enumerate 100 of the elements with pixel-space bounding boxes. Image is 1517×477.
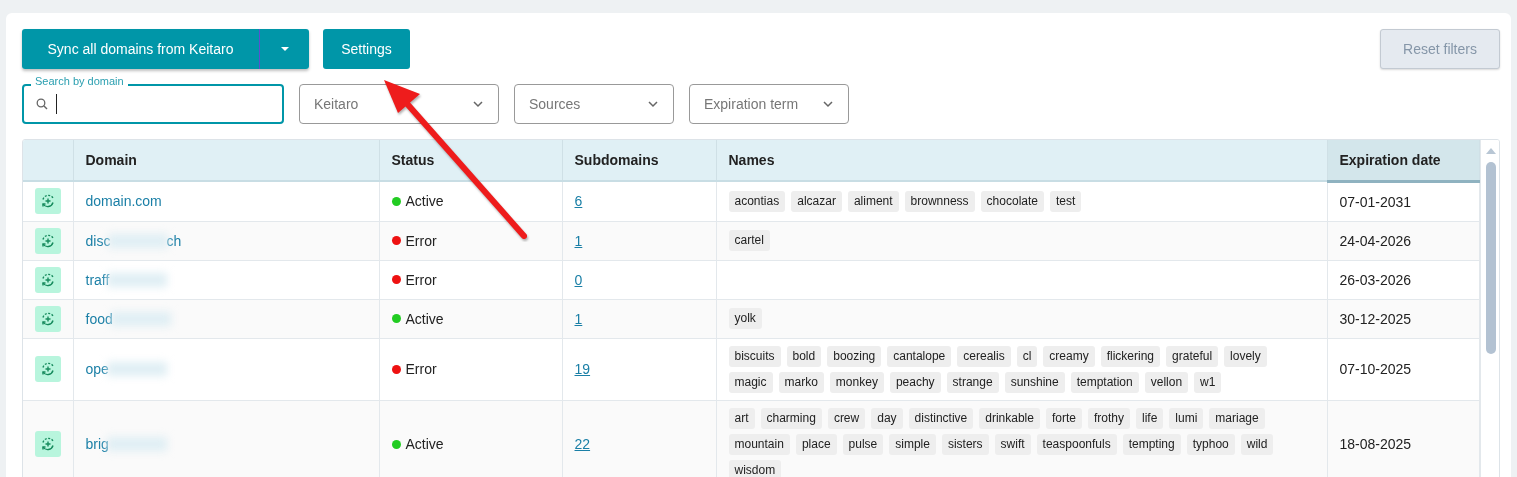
column-header[interactable]: Names xyxy=(716,140,1327,181)
name-tag: test xyxy=(1050,190,1082,212)
name-tag: lovely xyxy=(1224,345,1267,367)
select-placeholder: Expiration term xyxy=(704,96,799,112)
name-tag: life xyxy=(1136,407,1164,429)
name-tag: grateful xyxy=(1166,345,1219,367)
subdomains-link[interactable]: 22 xyxy=(574,436,591,452)
name-tag: brownness xyxy=(904,190,975,212)
name-tag: mariage xyxy=(1209,407,1265,429)
sync-icon xyxy=(40,361,56,377)
name-tag: marko xyxy=(778,371,824,393)
name-tag: cartel xyxy=(728,230,770,251)
name-tag: mountain xyxy=(728,433,790,455)
sync-button[interactable] xyxy=(35,266,61,293)
sync-icon xyxy=(40,310,56,327)
name-tag: tempting xyxy=(1122,433,1181,455)
name-tag: distinctive xyxy=(908,407,974,429)
scroll-up-icon[interactable] xyxy=(1485,148,1496,154)
sync-button[interactable] xyxy=(35,227,61,254)
sync-button[interactable] xyxy=(35,305,61,332)
domain-link[interactable]: food xyxy=(85,310,113,327)
name-tag: place xyxy=(795,433,837,455)
name-tag: teaspoonfuls xyxy=(1036,433,1117,455)
name-tag: creamy xyxy=(1043,345,1095,367)
domain-link[interactable]: ch xyxy=(166,232,182,249)
search-icon xyxy=(36,98,48,110)
domain-link[interactable]: domain.com xyxy=(85,193,162,210)
subdomains-link[interactable]: 0 xyxy=(574,271,583,288)
sync-button[interactable]: Sync all domains from Keitaro xyxy=(22,29,259,69)
expiration-cell: 30-12-2025 xyxy=(1327,299,1479,338)
name-tag: sisters xyxy=(941,433,989,455)
name-tag: cantalope xyxy=(887,345,952,367)
column-header[interactable]: Expiration date xyxy=(1327,140,1479,181)
chevron-down-icon xyxy=(822,100,834,108)
name-tag: temptation xyxy=(1070,371,1139,393)
name-tag: w1 xyxy=(1194,371,1222,393)
subdomains-link[interactable]: 1 xyxy=(574,232,583,249)
expiration-cell: 07-10-2025 xyxy=(1327,338,1479,400)
name-tag: cerealis xyxy=(957,345,1011,367)
sync-button[interactable] xyxy=(35,356,61,382)
name-tag: flickering xyxy=(1100,345,1161,367)
sync-icon xyxy=(40,436,56,452)
name-tag: day xyxy=(871,407,903,429)
name-tag: aliment xyxy=(847,190,899,212)
name-tag: strange xyxy=(946,371,999,393)
name-tag: typhoo xyxy=(1186,433,1235,455)
expiration-cell: 07-01-2031 xyxy=(1327,181,1479,221)
sync-icon xyxy=(40,193,56,210)
column-header[interactable]: Status xyxy=(379,140,562,181)
column-header[interactable]: Domain xyxy=(73,140,379,181)
name-tag: wild xyxy=(1240,433,1274,455)
name-tag: cl xyxy=(1016,345,1038,367)
name-tag: sunshine xyxy=(1004,371,1065,393)
select-placeholder: Sources xyxy=(529,96,581,112)
name-tag: charming xyxy=(760,407,822,429)
name-tag: art xyxy=(728,407,755,429)
name-tag: acontias xyxy=(728,190,786,212)
name-tag: swift xyxy=(994,433,1031,455)
sync-button[interactable] xyxy=(35,188,61,215)
status-text: Error xyxy=(405,271,437,288)
name-tag: bold xyxy=(786,345,822,367)
name-tag: wisdom xyxy=(728,459,782,477)
name-tag: pulse xyxy=(842,433,884,455)
name-tag: vellon xyxy=(1144,371,1189,393)
name-tag: crew xyxy=(827,407,866,429)
sync-button[interactable] xyxy=(35,431,61,457)
chevron-down-icon xyxy=(472,100,484,108)
status-text: Error xyxy=(405,232,437,249)
chevron-down-icon xyxy=(647,100,659,108)
name-tag: chocolate xyxy=(980,190,1044,212)
name-tag: frothy xyxy=(1088,407,1130,429)
name-tag: drinkable xyxy=(979,407,1040,429)
select-placeholder: Keitaro xyxy=(314,96,359,112)
domain-link[interactable]: ope xyxy=(85,361,109,377)
expiration-cell: 18-08-2025 xyxy=(1327,400,1479,477)
subdomains-link[interactable]: 6 xyxy=(574,193,583,210)
name-tag: peachy xyxy=(889,371,941,393)
sync-icon xyxy=(40,232,56,249)
name-tag: boozing xyxy=(827,345,882,367)
expiration-cell: 26-03-2026 xyxy=(1327,260,1479,299)
column-header[interactable]: Subdomains xyxy=(562,140,716,181)
field-label: Search by domain xyxy=(31,75,128,87)
status-text: Active xyxy=(405,310,444,327)
status-text: Error xyxy=(405,361,437,377)
domain-link[interactable]: traff xyxy=(85,271,110,288)
name-tag: biscuits xyxy=(728,345,781,367)
domain-link[interactable]: disc xyxy=(85,232,111,249)
subdomains-link[interactable]: 19 xyxy=(574,361,591,377)
caret-icon xyxy=(280,47,289,51)
status-text: Active xyxy=(405,436,444,452)
select-dropdown[interactable]: Keitaro xyxy=(299,84,499,124)
subdomains-link[interactable]: 1 xyxy=(574,310,583,327)
name-tag: lumi xyxy=(1169,407,1204,429)
scrollbar-thumb[interactable] xyxy=(1485,162,1496,354)
domain-link[interactable]: brig xyxy=(85,436,109,452)
select-dropdown[interactable]: Sources xyxy=(514,84,674,124)
select-dropdown[interactable]: Expiration term xyxy=(689,84,849,124)
name-tag: magic xyxy=(728,371,773,393)
settings-button[interactable]: Settings xyxy=(323,29,410,69)
name-tag: alcazar xyxy=(791,190,842,212)
